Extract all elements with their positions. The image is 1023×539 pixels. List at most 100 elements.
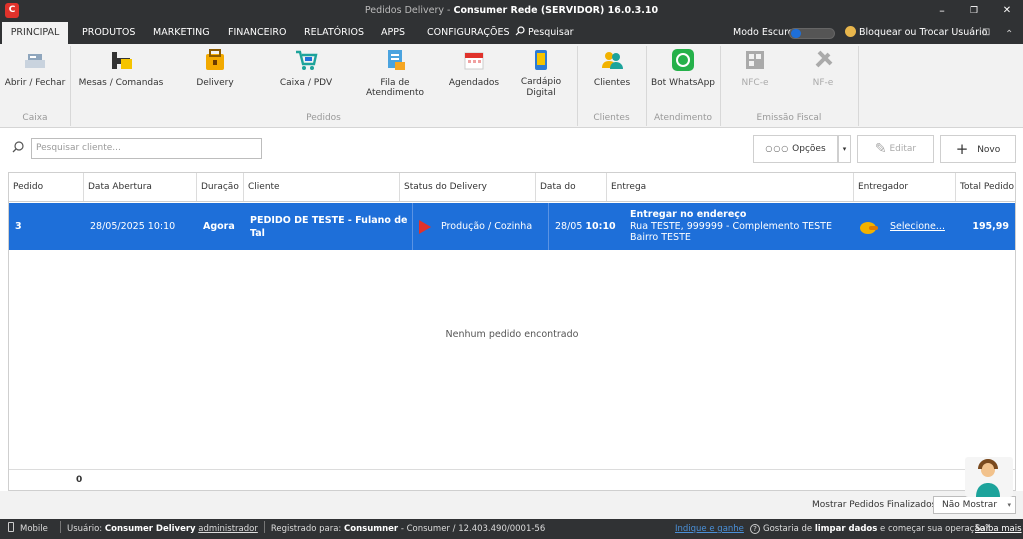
support-agent-icon: [976, 459, 1000, 497]
plus-icon: +: [955, 140, 969, 158]
new-button[interactable]: + Novo: [940, 135, 1016, 163]
col-data-abertura[interactable]: Data Abertura: [84, 173, 197, 201]
clean-data-prompt: ? Gostaria de limpar dados e começar sua …: [750, 519, 989, 539]
status-bar: Mobile Usuário: Consumer Delivery admini…: [0, 519, 1023, 539]
edit-label: Editar: [889, 144, 917, 154]
ribbon-label: Mesas / Comandas: [78, 78, 164, 88]
ribbon-mesas-comandas[interactable]: Mesas / Comandas: [78, 48, 164, 88]
ribbon-caixa-pdv[interactable]: Caixa / PDV: [276, 48, 336, 88]
mobile-indicator[interactable]: Mobile: [8, 519, 48, 539]
ribbon-cardapio-digital[interactable]: Cardápio Digital: [516, 48, 566, 99]
tab-produtos[interactable]: PRODUTOS: [72, 22, 145, 44]
ribbon-delivery[interactable]: Delivery: [190, 48, 240, 88]
pencil-icon: ✎: [874, 141, 887, 157]
digital-menu-icon: [529, 48, 553, 72]
title-bar: C Pedidos Delivery - Consumer Rede (SERV…: [0, 0, 1023, 22]
grid-footer: 0: [9, 469, 1015, 490]
play-status-icon: [419, 219, 431, 234]
new-label: Novo: [977, 145, 1001, 155]
ribbon-label: NFC-e: [741, 78, 769, 88]
group-label-pedidos: Pedidos: [306, 113, 341, 123]
ribbon-nfce[interactable]: NFC-e: [730, 48, 780, 88]
show-finished-select[interactable]: Não Mostrar ▾: [933, 496, 1016, 514]
collapse-ribbon-icon[interactable]: ⌃: [1005, 24, 1013, 46]
search-icon: [515, 26, 525, 36]
cell-total: 195,99: [972, 221, 1009, 232]
cart-icon: [294, 48, 318, 72]
cell-data-status: 28/05 10:10: [555, 221, 616, 232]
select-courier-link[interactable]: Selecione...: [890, 221, 945, 232]
col-total-pedido[interactable]: Total Pedido: [956, 173, 1015, 201]
user-lock-icon: [845, 26, 856, 37]
ribbon-label: Bot WhatsApp: [651, 78, 715, 88]
nfe-icon: [811, 48, 835, 72]
user-role-link[interactable]: administrador: [198, 524, 258, 534]
customers-icon: [600, 48, 624, 72]
col-status-delivery[interactable]: Status do Delivery: [400, 173, 536, 201]
entrega-address: Rua TESTE, 999999 - Complemento TESTE: [630, 220, 832, 232]
ribbon-nfe[interactable]: NF-e: [798, 48, 848, 88]
search-icon: [12, 141, 24, 153]
whatsapp-icon: [671, 48, 695, 72]
tab-pesquisar[interactable]: Pesquisar: [505, 22, 584, 44]
options-button[interactable]: ○○○ Opções: [753, 135, 838, 163]
edit-button[interactable]: ✎ Editar: [857, 135, 934, 163]
ribbon-bot-whatsapp[interactable]: Bot WhatsApp: [650, 48, 716, 88]
lock-user-button[interactable]: Bloquear ou Trocar Usuário: [845, 22, 987, 44]
chevron-down-icon: ▾: [1007, 501, 1011, 509]
options-dropdown-button[interactable]: ▾: [838, 135, 851, 163]
ribbon-label: Delivery: [196, 78, 234, 88]
dots-icon: ○○○: [765, 144, 790, 153]
minimize-button[interactable]: –: [928, 2, 956, 20]
search-client-input[interactable]: Pesquisar cliente...: [31, 138, 262, 159]
tab-apps[interactable]: APPS: [371, 22, 415, 44]
support-avatar-button[interactable]: [965, 457, 1013, 497]
footer-count: 0: [76, 475, 83, 485]
tab-financeiro[interactable]: FINANCEIRO: [218, 22, 297, 44]
show-finished-label: Mostrar Pedidos Finalizados:: [812, 500, 940, 510]
tab-marketing[interactable]: MARKETING: [143, 22, 220, 44]
col-duracao[interactable]: Duração: [197, 173, 244, 201]
orders-grid: Pedido Data Abertura Duração Cliente Sta…: [8, 172, 1016, 491]
delivery-bag-icon: [203, 48, 227, 72]
indique-ganhe-link[interactable]: Indique e ganhe: [675, 519, 744, 539]
courier-helmet-icon: [860, 221, 878, 234]
maximize-button[interactable]: ❐: [960, 2, 988, 20]
entrega-district: Bairro TESTE: [630, 232, 691, 244]
calendar-icon: [462, 48, 486, 72]
toolbar: Pesquisar cliente... ○○○ Opções ▾ ✎ Edit…: [0, 128, 1023, 172]
group-label-clientes: Clientes: [593, 113, 630, 123]
pin-icon[interactable]: ⊡: [982, 22, 990, 44]
ribbon-label: Agendados: [448, 78, 500, 88]
dark-mode-toggle[interactable]: [789, 28, 835, 39]
mobile-icon: [8, 522, 14, 532]
cell-entrega: Entregar no endereço Rua TESTE, 999999 -…: [624, 203, 864, 250]
close-button[interactable]: ✕: [993, 2, 1021, 20]
col-entregador[interactable]: Entregador: [854, 173, 956, 201]
col-pedido[interactable]: Pedido: [9, 173, 84, 201]
qr-code-icon: [743, 48, 767, 72]
ribbon-label: Clientes: [593, 78, 631, 88]
show-finished-value: Não Mostrar: [942, 500, 998, 510]
ribbon-label: Cardápio Digital: [520, 77, 562, 98]
ribbon: Abrir / Fechar Mesas / Comandas Delivery…: [0, 44, 1023, 128]
learn-more-link[interactable]: Saiba mais: [975, 519, 1022, 539]
ribbon-abrir-fechar[interactable]: Abrir / Fechar: [4, 48, 66, 88]
entrega-title: Entregar no endereço: [630, 209, 747, 221]
dark-mode-label: Modo Escuro: [733, 27, 794, 38]
col-cliente[interactable]: Cliente: [244, 173, 400, 201]
cell-pedido: 3: [15, 221, 22, 232]
ribbon-fila-atendimento[interactable]: Fila de Atendimento: [362, 48, 428, 98]
col-entrega[interactable]: Entrega: [607, 173, 854, 201]
tab-relatorios[interactable]: RELATÓRIOS: [294, 22, 374, 44]
empty-state-text: Nenhum pedido encontrado: [445, 329, 579, 340]
tab-principal[interactable]: PRINCIPAL: [2, 22, 68, 44]
group-label-emissao-fiscal: Emissão Fiscal: [756, 113, 822, 123]
ribbon-clientes[interactable]: Clientes: [587, 48, 637, 88]
tab-pesquisar-label: Pesquisar: [528, 27, 574, 38]
col-data-status[interactable]: Data do Status: [536, 173, 607, 220]
ribbon-agendados[interactable]: Agendados: [448, 48, 500, 88]
cell-entregador: Selecione...: [854, 203, 956, 250]
table-row[interactable]: 3 28/05/2025 10:10 Agora PEDIDO DE TESTE…: [9, 203, 1015, 250]
cell-data-abertura: 28/05/2025 10:10: [90, 221, 176, 232]
